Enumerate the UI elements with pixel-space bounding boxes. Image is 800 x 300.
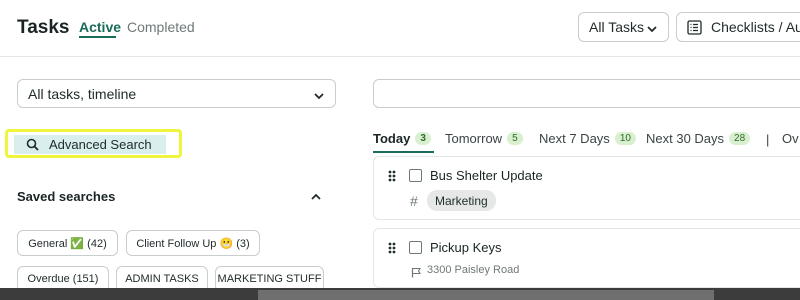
checklists-button[interactable]: Checklists / Aut xyxy=(676,12,800,42)
saved-search-chip[interactable]: Client Follow Up 😬 (3) xyxy=(126,230,260,256)
count-badge: 28 xyxy=(729,132,751,145)
tab-label: Next 7 Days xyxy=(539,131,610,146)
active-tab-indicator xyxy=(79,36,116,38)
chevron-up-icon[interactable] xyxy=(310,190,322,208)
drag-handle-icon[interactable] xyxy=(388,241,396,259)
task-card[interactable]: Bus Shelter Update # Marketing xyxy=(373,156,800,220)
tab-label: Tomorrow xyxy=(445,131,503,146)
all-tasks-label: All Tasks xyxy=(589,19,644,35)
drag-handle-icon[interactable] xyxy=(388,169,396,187)
tab-active[interactable]: Active xyxy=(79,19,121,35)
count-badge: 3 xyxy=(415,132,431,145)
tab-overdue[interactable]: Ov xyxy=(782,131,799,146)
task-title[interactable]: Pickup Keys xyxy=(430,240,502,255)
tab-tomorrow[interactable]: Tomorrow 5 xyxy=(445,131,523,146)
tab-label: Next 30 Days xyxy=(646,131,725,146)
all-tasks-dropdown[interactable]: All Tasks xyxy=(578,12,669,42)
timeline-filter-value: All tasks, timeline xyxy=(28,85,137,102)
tab-next-7-days[interactable]: Next 7 Days 10 xyxy=(539,131,636,146)
saved-search-chip[interactable]: General ✅ (42) xyxy=(17,230,118,256)
hashtag-icon: # xyxy=(410,193,418,209)
tab-label: Today xyxy=(373,131,411,146)
checklists-label: Checklists / Aut xyxy=(711,19,800,35)
chevron-down-icon xyxy=(646,22,658,38)
count-badge: 10 xyxy=(614,132,636,145)
timeline-filter-select[interactable]: All tasks, timeline xyxy=(17,79,336,108)
tab-next-30-days[interactable]: Next 30 Days 28 xyxy=(646,131,751,146)
tab-completed[interactable]: Completed xyxy=(127,19,195,35)
task-title[interactable]: Bus Shelter Update xyxy=(430,168,543,183)
task-checkbox[interactable] xyxy=(409,169,422,182)
count-badge: 5 xyxy=(507,132,523,145)
chevron-down-icon xyxy=(313,89,325,105)
page-title: Tasks xyxy=(17,17,70,38)
saved-searches-title: Saved searches xyxy=(17,189,116,204)
task-location: 3300 Paisley Road xyxy=(427,264,520,276)
task-tag[interactable]: Marketing xyxy=(427,190,496,211)
checklist-icon xyxy=(687,20,702,38)
scrollbar-thumb[interactable] xyxy=(258,290,714,300)
bottom-scrollbar[interactable] xyxy=(0,288,800,300)
task-search-input[interactable] xyxy=(373,79,800,108)
top-header: Tasks Active Completed All Tasks Checkli… xyxy=(0,0,800,57)
today-tab-indicator xyxy=(373,151,434,153)
search-icon xyxy=(26,138,39,151)
tab-today[interactable]: Today 3 xyxy=(373,131,431,146)
advanced-search-button[interactable]: Advanced Search xyxy=(14,135,166,154)
flag-icon xyxy=(411,265,422,283)
tab-label: Ov xyxy=(782,131,799,146)
advanced-search-label: Advanced Search xyxy=(49,137,152,152)
task-checkbox[interactable] xyxy=(409,241,422,254)
task-card[interactable]: Pickup Keys 3300 Paisley Road xyxy=(373,228,800,288)
tab-separator: | xyxy=(766,132,770,147)
